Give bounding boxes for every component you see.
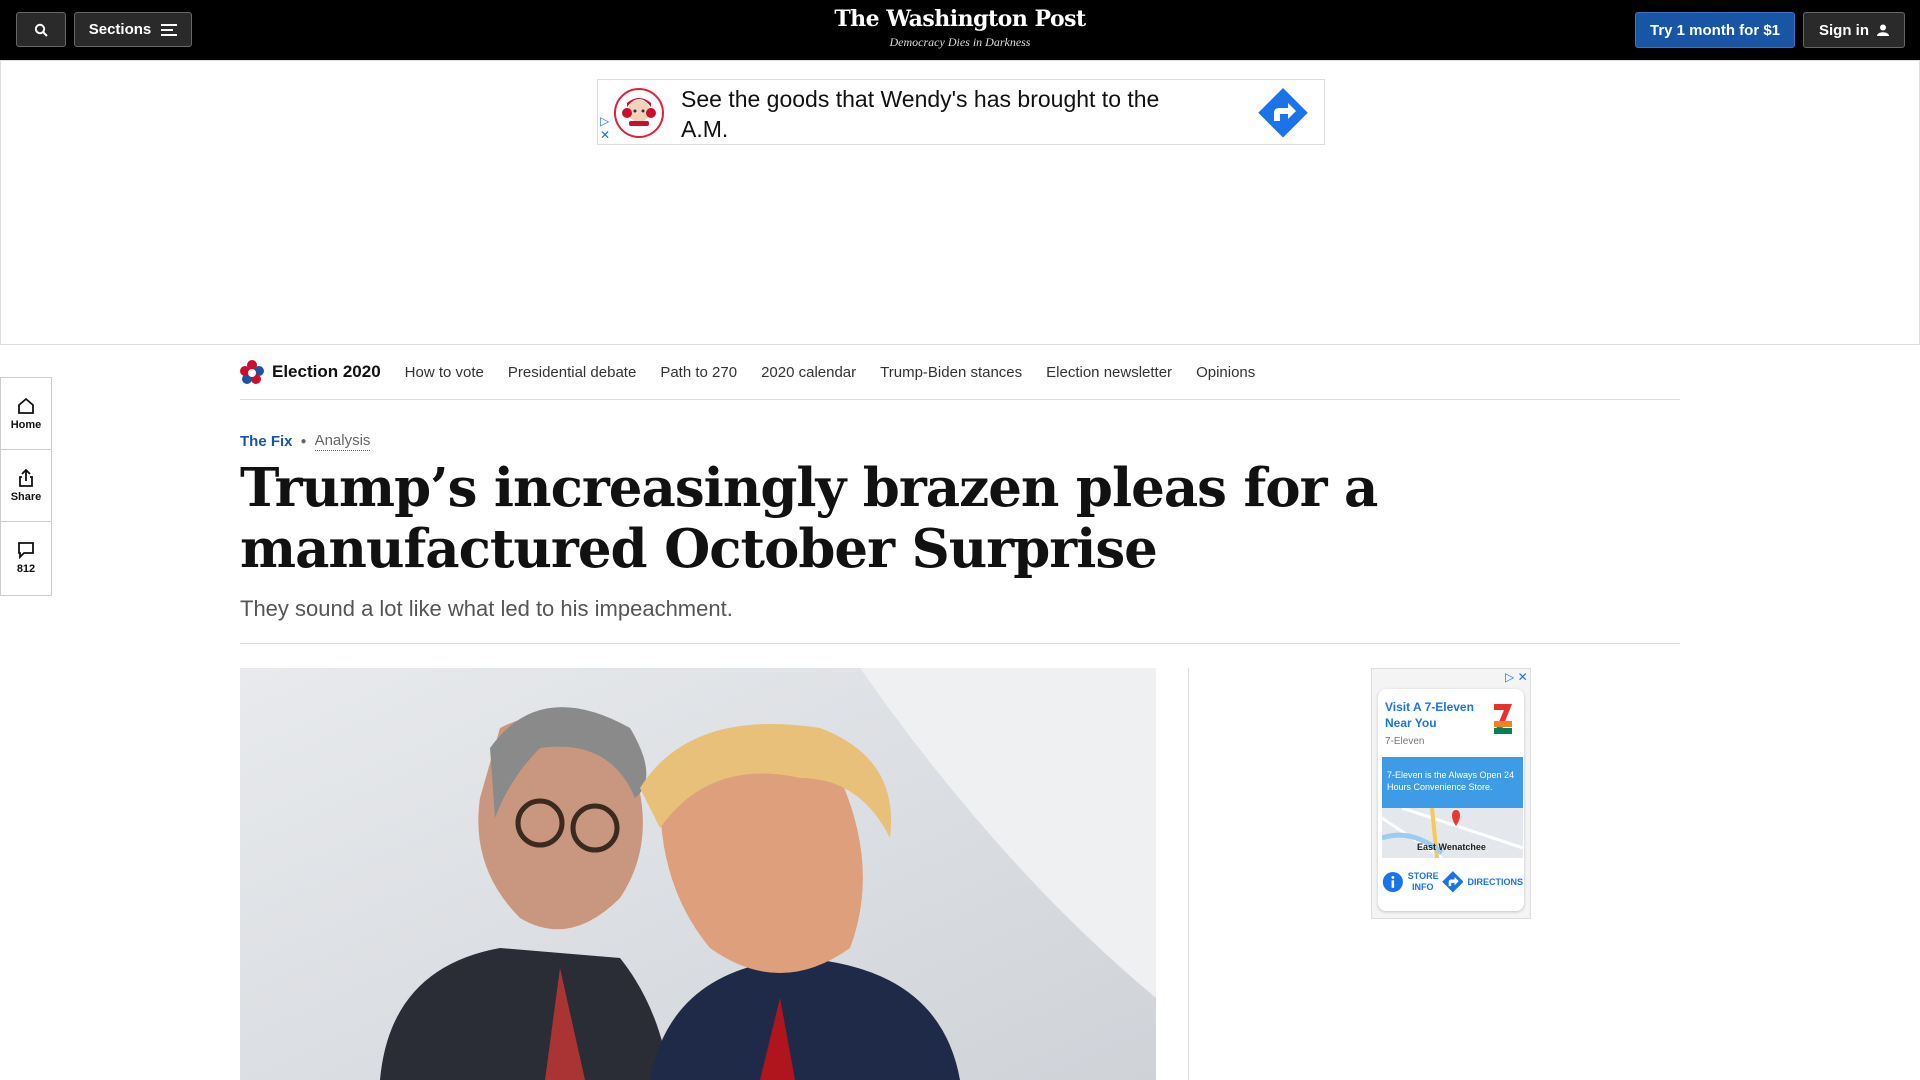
directions-icon[interactable] (1441, 869, 1464, 895)
column-divider (1188, 668, 1189, 1080)
map-city-label: East Wenatchee (1417, 842, 1486, 852)
election-nav: Election 2020 How to vote Presidential d… (240, 345, 1680, 400)
search-icon (34, 23, 48, 37)
home-icon (18, 397, 34, 414)
ad-actions: STORE INFO DIRECTIONS (1382, 865, 1523, 899)
article-kicker: The Fix ● Analysis (240, 432, 371, 451)
masthead-tagline: Democracy Dies in Darkness (889, 35, 1031, 49)
sign-in-button[interactable]: Sign in (1803, 12, 1905, 48)
election-nav-title: Election 2020 (272, 362, 381, 381)
site-header: Sections The Washington Post Democracy D… (0, 0, 1920, 60)
rail-share[interactable]: Share (1, 450, 51, 522)
comment-icon (18, 542, 34, 559)
user-icon (1877, 24, 1889, 36)
directions-arrow-icon[interactable] (1258, 88, 1308, 138)
ad-map[interactable]: East Wenatchee (1382, 808, 1523, 858)
section-link[interactable]: The Fix (240, 433, 293, 450)
rail-home-label: Home (10, 418, 42, 431)
subscribe-button[interactable]: Try 1 month for $1 (1635, 12, 1795, 48)
adchoices-icon[interactable]: ▷ ✕ (600, 114, 610, 142)
article-headline: Trump’s increasingly brazen pleas for a … (240, 457, 1378, 580)
ad-headline: Visit A 7-Eleven Near You (1385, 700, 1474, 730)
nav-how-to-vote[interactable]: How to vote (405, 364, 484, 381)
wendys-logo (614, 88, 664, 138)
nav-trump-biden-stances[interactable]: Trump-Biden stances (880, 364, 1022, 381)
nav-opinions[interactable]: Opinions (1196, 364, 1255, 381)
sections-label: Sections (88, 21, 152, 38)
seven-eleven-ad-card[interactable]: Visit A 7-Eleven Near You 7-Eleven 7-Ele… (1378, 689, 1524, 911)
masthead-title: The Washington Post (834, 6, 1086, 32)
lead-photo[interactable] (240, 668, 1156, 1080)
info-icon[interactable] (1382, 869, 1404, 895)
nav-presidential-debate[interactable]: Presidential debate (508, 364, 636, 381)
rail-comments-count: 812 (16, 563, 36, 575)
top-ad-slot: ▷ ✕ See the goods that Wendy's has brough… (0, 60, 1920, 345)
rail-home[interactable]: Home (1, 378, 51, 450)
store-info-link[interactable]: STORE INFO (1408, 871, 1439, 893)
sidebar-ad[interactable]: ▷ ✕ Visit A 7-Eleven Near You 7-Eleven 7… (1371, 668, 1531, 919)
seven-eleven-logo (1491, 701, 1515, 737)
ad-banner-text: 7-Eleven is the Always Open 24 Hours Con… (1382, 757, 1523, 808)
election-2020-logo[interactable]: Election 2020 (240, 360, 381, 384)
nav-path-to-270[interactable]: Path to 270 (660, 364, 737, 381)
sections-button[interactable]: Sections (74, 12, 192, 47)
menu-icon (161, 23, 178, 36)
kicker-separator: ● (300, 436, 307, 447)
nav-2020-calendar[interactable]: 2020 calendar (761, 364, 856, 381)
nav-election-newsletter[interactable]: Election newsletter (1046, 364, 1172, 381)
ad-text: See the goods that Wendy's has brought t… (681, 86, 1160, 142)
election-star-icon (240, 360, 264, 384)
rail-comments[interactable]: 812 (1, 522, 51, 594)
masthead-logo[interactable]: The Washington Post Democracy Dies in Da… (760, 6, 1160, 50)
wendys-ad[interactable]: ▷ ✕ See the goods that Wendy's has brough… (597, 79, 1325, 145)
analysis-label[interactable]: Analysis (314, 432, 371, 451)
ad-brand: 7-Eleven (1385, 736, 1425, 747)
search-button[interactable] (16, 12, 66, 47)
share-icon (19, 468, 33, 487)
sign-in-label: Sign in (1819, 21, 1869, 39)
directions-link[interactable]: DIRECTIONS (1467, 877, 1523, 887)
divider (240, 643, 1680, 644)
left-rail: Home Share 812 (0, 377, 52, 596)
ad-close-icon[interactable]: ▷ ✕ (1505, 670, 1528, 684)
article-subheadline: They sound a lot like what led to his im… (240, 596, 733, 621)
rail-share-label: Share (10, 490, 42, 503)
